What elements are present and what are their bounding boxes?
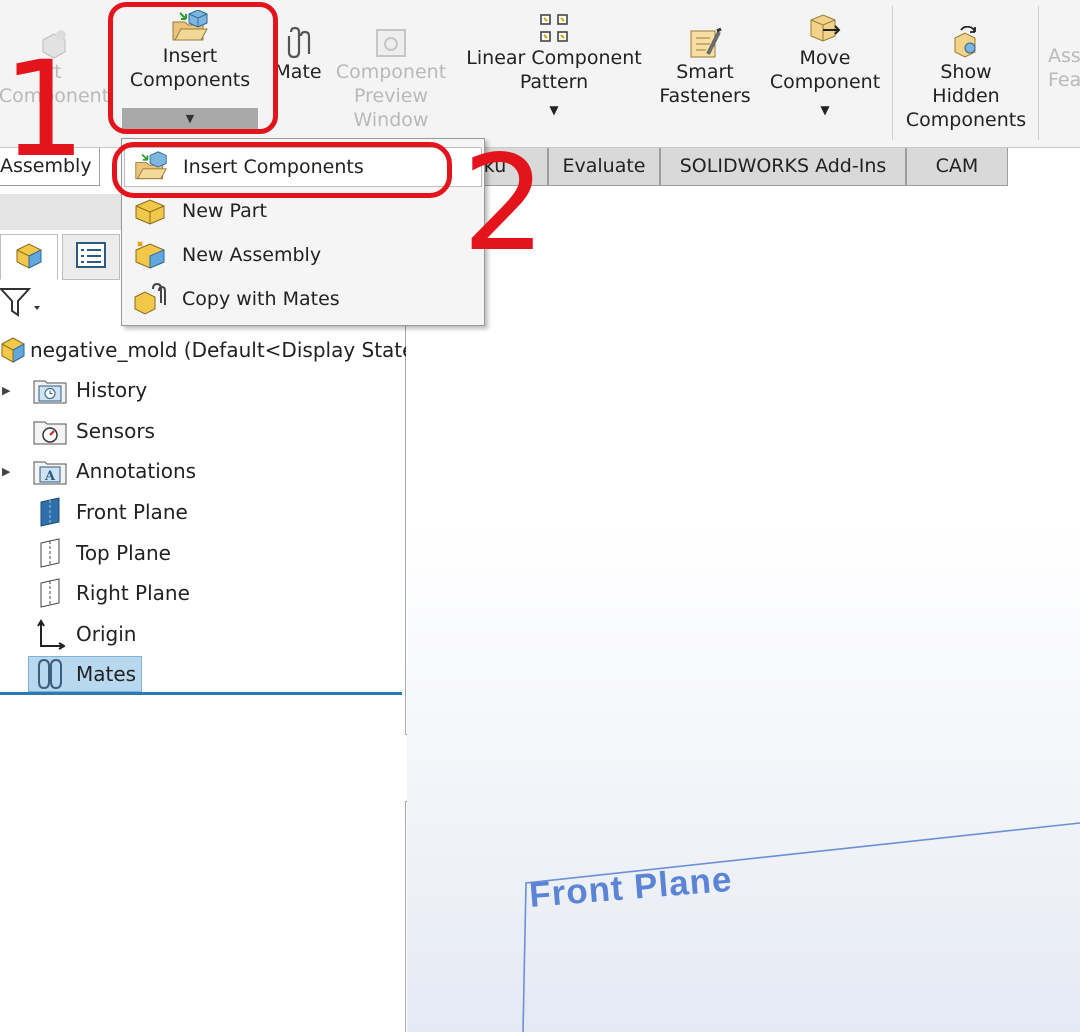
show-hidden-components-button[interactable]: Show Hidden Components — [900, 20, 1032, 132]
mates-icon — [32, 656, 68, 692]
expand-arrow-icon[interactable]: ▶ — [2, 465, 10, 478]
move-component-dropdown-arrow[interactable]: ▼ — [820, 98, 829, 122]
front-plane-outline[interactable] — [407, 186, 1080, 1032]
component-preview-label: Component Preview Window — [335, 61, 447, 131]
tree-root-assembly[interactable]: negative_mold (Default<Display State — [0, 330, 406, 370]
tab-assembly[interactable]: Assembly — [0, 148, 100, 186]
insert-component-icon — [37, 20, 71, 60]
insert-component-partial-button[interactable]: rt Component — [0, 20, 110, 108]
tree-item-top-plane[interactable]: Top Plane — [0, 533, 406, 573]
insert-component-partial-label: rt Component — [0, 61, 110, 107]
filter-icon[interactable] — [0, 286, 44, 322]
tree-item-label: Top Plane — [76, 541, 171, 565]
smart-fasteners-icon — [688, 20, 722, 60]
show-hidden-icon — [949, 20, 983, 60]
assembly-features-partial-button[interactable]: Ass Fea — [1048, 44, 1080, 92]
component-preview-window-button[interactable]: Component Preview Window — [332, 20, 450, 132]
annotations-folder-icon: A — [32, 453, 68, 489]
assembly-icon — [0, 336, 26, 364]
tree-item-label: History — [76, 378, 148, 402]
property-manager-tab[interactable] — [62, 234, 120, 280]
tree-item-label: Origin — [76, 622, 137, 646]
insert-components-label: Insert Components — [129, 45, 251, 91]
preview-window-icon — [374, 20, 408, 60]
insert-components-icon — [171, 8, 209, 44]
tab-solidworks-addins[interactable]: SOLIDWORKS Add-Ins — [660, 148, 906, 186]
menu-item-label: New Assembly — [182, 244, 322, 266]
assembly-tree-icon — [14, 240, 44, 274]
insert-components-dropdown-menu: Insert Components New Part New Assembly … — [121, 138, 485, 326]
ribbon-separator — [892, 6, 893, 140]
history-folder-icon — [32, 372, 68, 408]
tree-item-label: Mates — [76, 662, 137, 686]
smart-fasteners-label: Smart Fasteners — [659, 61, 751, 107]
insert-components-dropdown-arrow[interactable]: ▼ — [122, 108, 258, 130]
tree-item-sensors[interactable]: Sensors — [0, 411, 406, 451]
tab-evaluate[interactable]: Evaluate — [548, 148, 660, 186]
property-list-icon — [75, 241, 107, 273]
tree-item-origin[interactable]: Origin — [0, 614, 406, 654]
origin-icon — [32, 616, 68, 652]
new-part-icon — [124, 196, 176, 226]
command-manager-ribbon: rt Component Insert Components ▼ Mate Co… — [0, 0, 1080, 148]
mate-button[interactable]: Mate — [270, 20, 326, 84]
menu-item-label: New Part — [182, 200, 267, 222]
tree-item-front-plane[interactable]: Front Plane — [0, 492, 406, 532]
menu-item-label: Insert Components — [183, 156, 364, 178]
tree-item-annotations[interactable]: ▶ A Annotations — [0, 451, 406, 491]
graphics-area[interactable]: Front Plane — [407, 186, 1080, 1032]
linear-pattern-label: Linear Component Pattern — [466, 47, 642, 93]
tab-markup-partial[interactable]: rku — [476, 148, 548, 186]
linear-pattern-icon — [537, 6, 571, 46]
right-plane-icon — [32, 575, 68, 611]
expand-arrow-icon[interactable]: ▶ — [2, 384, 10, 397]
smart-fasteners-button[interactable]: Smart Fasteners — [652, 20, 758, 108]
tree-item-label: Annotations — [76, 459, 197, 483]
feature-manager-tab[interactable] — [0, 234, 58, 280]
rollback-bar[interactable] — [0, 692, 402, 695]
insert-components-button[interactable]: Insert Components ▼ — [122, 8, 258, 130]
assembly-features-partial-label: Ass Fea — [1048, 45, 1080, 91]
insert-components-icon — [125, 151, 177, 183]
tree-item-right-plane[interactable]: Right Plane — [0, 573, 406, 613]
copy-with-mates-icon — [124, 283, 176, 315]
tree-item-label: Front Plane — [76, 500, 188, 524]
linear-pattern-dropdown-arrow[interactable]: ▼ — [549, 98, 558, 122]
mate-label: Mate — [274, 61, 322, 83]
tree-item-label: Right Plane — [76, 581, 190, 605]
menu-item-label: Copy with Mates — [182, 288, 340, 310]
svg-text:A: A — [44, 469, 56, 484]
tab-cam[interactable]: CAM — [906, 148, 1008, 186]
tree-root-label: negative_mold (Default<Display State — [30, 338, 406, 362]
front-plane-icon — [32, 494, 68, 530]
menu-item-new-assembly[interactable]: New Assembly — [124, 235, 482, 275]
linear-component-pattern-button[interactable]: Linear Component Pattern ▼ — [462, 6, 646, 122]
move-component-icon — [807, 6, 843, 46]
show-hidden-label: Show Hidden Components — [905, 61, 1027, 131]
sensors-folder-icon — [32, 413, 68, 449]
mate-icon — [283, 20, 313, 60]
menu-item-new-part[interactable]: New Part — [124, 191, 482, 231]
ribbon-separator — [1038, 6, 1039, 140]
menu-item-copy-with-mates[interactable]: Copy with Mates — [124, 279, 482, 319]
tree-item-history[interactable]: ▶ History — [0, 370, 406, 410]
tree-item-mates[interactable]: Mates — [0, 654, 406, 694]
menu-item-insert-components[interactable]: Insert Components — [124, 147, 482, 187]
move-component-label: Move Component — [769, 47, 881, 93]
top-plane-icon — [32, 535, 68, 571]
move-component-button[interactable]: Move Component ▼ — [764, 6, 886, 122]
tree-item-label: Sensors — [76, 419, 155, 443]
new-assembly-icon — [124, 240, 176, 270]
